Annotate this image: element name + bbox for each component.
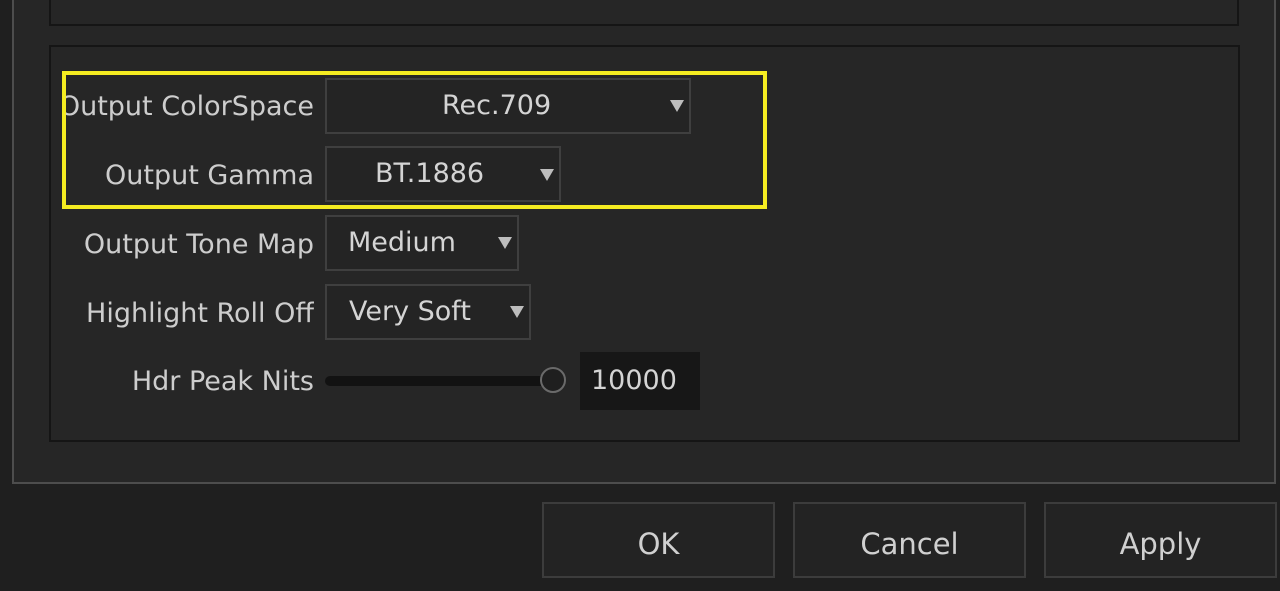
hdr-peak-nits-slider[interactable] xyxy=(325,376,557,386)
chevron-down-icon xyxy=(540,169,554,181)
output-gamma-label: Output Gamma xyxy=(105,160,314,191)
chevron-down-icon xyxy=(498,237,512,249)
chevron-down-icon xyxy=(510,306,524,318)
output-colorspace-dropdown[interactable]: Rec.709 xyxy=(325,78,691,134)
output-tone-map-dropdown[interactable]: Medium xyxy=(325,215,519,271)
output-tone-map-value: Medium xyxy=(348,227,456,258)
cancel-button[interactable]: Cancel xyxy=(793,502,1026,578)
top-panel xyxy=(49,0,1239,26)
apply-button[interactable]: Apply xyxy=(1044,502,1277,578)
hdr-peak-nits-slider-handle[interactable] xyxy=(540,367,566,393)
hdr-peak-nits-input[interactable]: 10000 xyxy=(580,352,700,410)
output-tone-map-label: Output Tone Map xyxy=(83,229,314,260)
chevron-down-icon xyxy=(670,100,684,112)
hdr-peak-nits-label: Hdr Peak Nits xyxy=(131,366,314,397)
highlight-roll-off-label: Highlight Roll Off xyxy=(86,298,314,329)
highlight-roll-off-value: Very Soft xyxy=(349,296,471,327)
output-gamma-value: BT.1886 xyxy=(375,158,485,189)
highlight-roll-off-dropdown[interactable]: Very Soft xyxy=(325,284,531,340)
output-colorspace-label: Output ColorSpace xyxy=(64,91,314,122)
output-gamma-dropdown[interactable]: BT.1886 xyxy=(325,146,561,202)
ok-button[interactable]: OK xyxy=(542,502,775,578)
output-colorspace-value: Rec.709 xyxy=(442,90,552,121)
